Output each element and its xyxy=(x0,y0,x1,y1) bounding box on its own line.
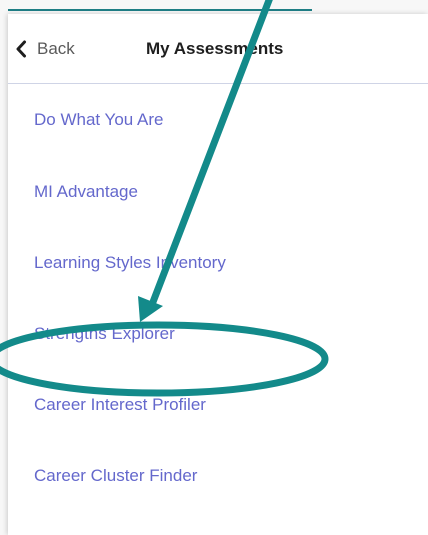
menu-link-career-interest-profiler[interactable]: Career Interest Profiler xyxy=(34,395,206,415)
assessment-menu: Do What You Are MI Advantage Learning St… xyxy=(8,83,428,511)
menu-item-career-cluster-finder: Career Cluster Finder xyxy=(8,440,428,511)
screenshot-stage: Back My Assessments Do What You Are MI A… xyxy=(0,0,428,535)
menu-item-career-interest-profiler: Career Interest Profiler xyxy=(8,369,428,440)
menu-link-strengths-explorer[interactable]: Strengths Explorer xyxy=(34,324,175,344)
top-divider xyxy=(8,9,312,11)
menu-item-learning-styles-inventory: Learning Styles Inventory xyxy=(8,227,428,298)
page-title: My Assessments xyxy=(146,39,284,58)
back-label: Back xyxy=(37,38,75,58)
menu-item-strengths-explorer: Strengths Explorer xyxy=(8,298,428,369)
back-button[interactable]: Back xyxy=(8,14,75,83)
menu-link-career-cluster-finder[interactable]: Career Cluster Finder xyxy=(34,466,197,486)
menu-link-mi-advantage[interactable]: MI Advantage xyxy=(34,182,138,202)
panel-header: Back My Assessments xyxy=(8,14,428,84)
menu-item-mi-advantage: MI Advantage xyxy=(8,156,428,227)
menu-item-do-what-you-are: Do What You Are xyxy=(8,83,428,156)
chevron-left-icon xyxy=(16,40,26,57)
menu-link-do-what-you-are[interactable]: Do What You Are xyxy=(34,110,163,130)
assessments-panel: Back My Assessments Do What You Are MI A… xyxy=(8,14,428,535)
menu-link-learning-styles-inventory[interactable]: Learning Styles Inventory xyxy=(34,253,226,273)
